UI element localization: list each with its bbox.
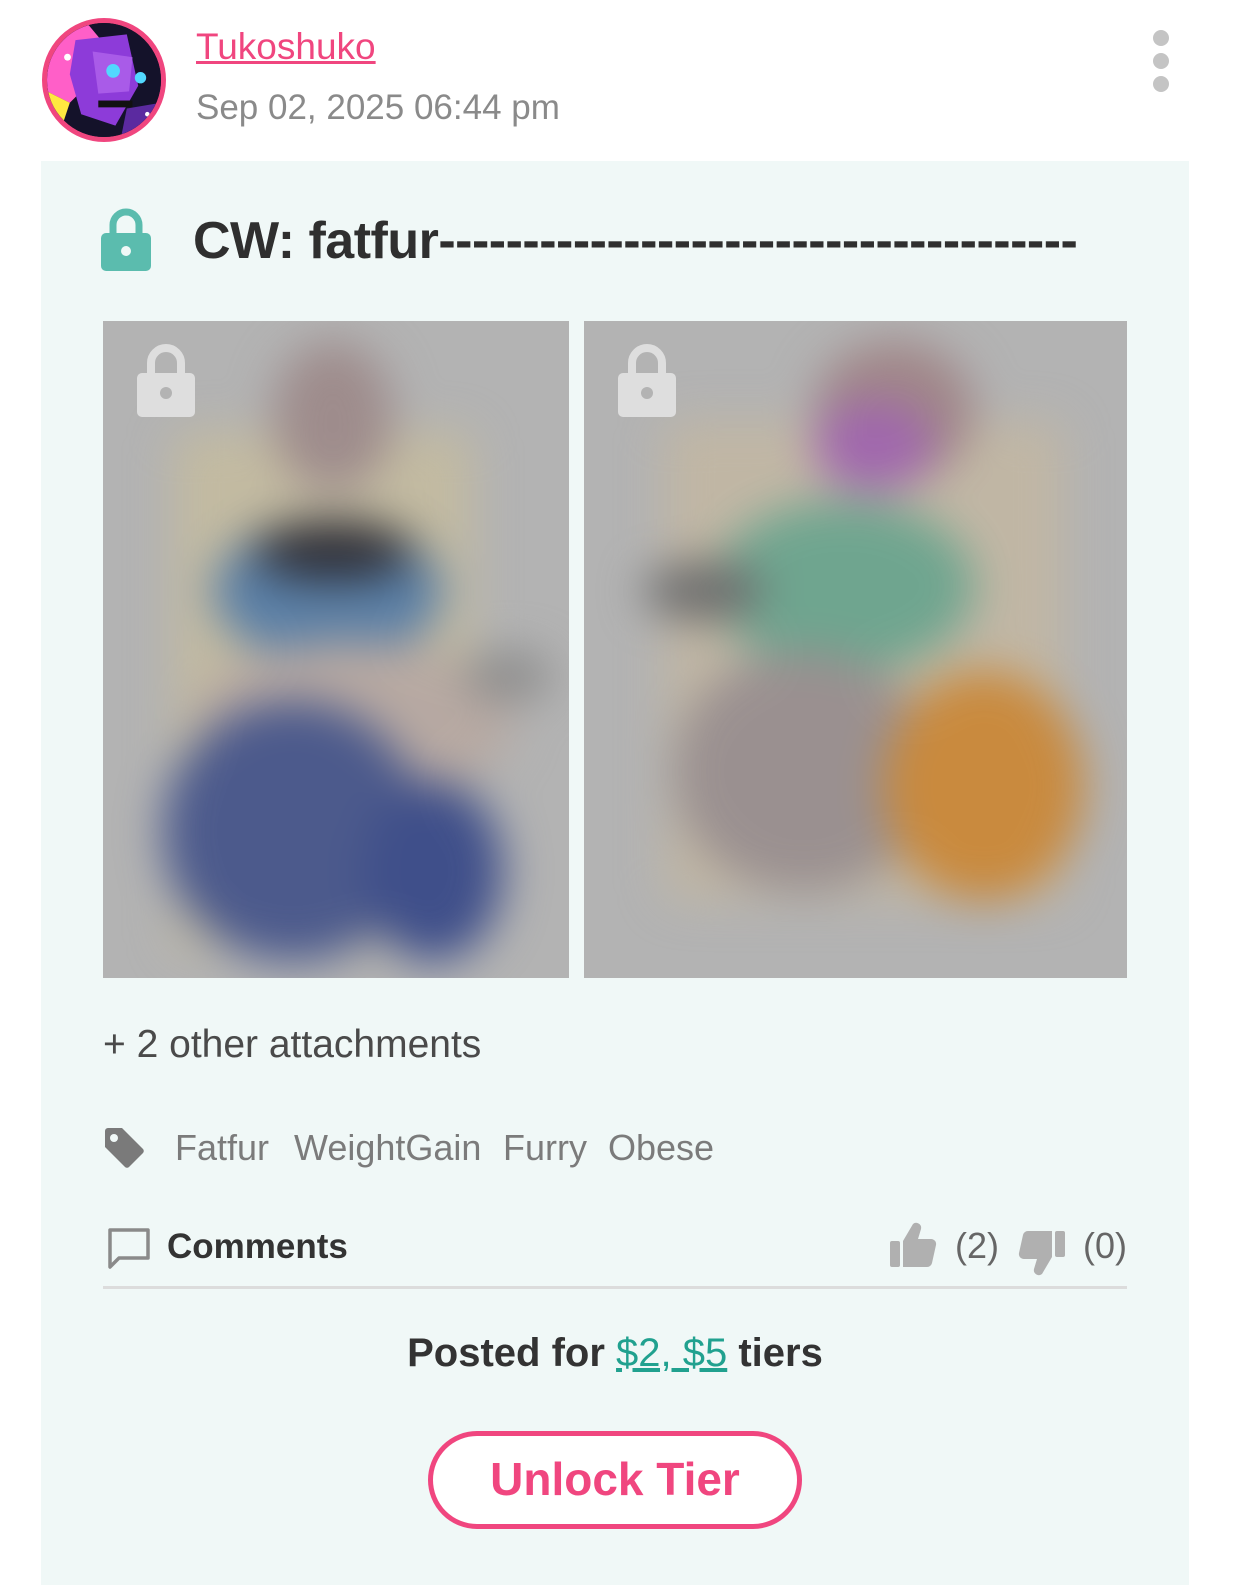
tag-fatfur[interactable]: Fatfur (175, 1127, 269, 1169)
lock-icon (618, 344, 676, 417)
like-count: (2) (955, 1225, 999, 1266)
lock-icon (137, 344, 195, 417)
thumbs-down-icon[interactable] (1018, 1229, 1066, 1277)
comments-label[interactable]: Comments (167, 1227, 348, 1267)
attachment-thumbnail-1[interactable] (103, 321, 569, 978)
tiers-suffix: tiers (727, 1331, 823, 1375)
unlock-tier-button[interactable]: Unlock Tier (428, 1431, 802, 1529)
post-title[interactable]: CW: fatfur------------------------------… (193, 211, 1123, 271)
tag-icon (105, 1128, 144, 1168)
author-name-link[interactable]: Tukoshuko (196, 26, 376, 68)
post-date: Sep 02, 2025 06:44 pm (196, 88, 560, 127)
tag-weightgain[interactable]: WeightGain (294, 1127, 481, 1169)
tiers-link[interactable]: $2, $5 (616, 1331, 727, 1375)
comments-row: Comments (2) (0) (103, 1203, 1127, 1289)
post-card: CW: fatfur------------------------------… (41, 161, 1189, 1585)
other-attachments-note[interactable]: + 2 other attachments (103, 1023, 481, 1067)
tag-furry[interactable]: Furry (503, 1127, 587, 1169)
blurred-image (103, 321, 569, 978)
avatar-image (47, 23, 161, 137)
tiers-prefix: Posted for (407, 1331, 617, 1375)
author-avatar[interactable] (42, 18, 166, 142)
comment-icon (108, 1228, 150, 1269)
blurred-image (584, 321, 1127, 978)
lock-icon (101, 208, 151, 271)
posted-for-tiers: Posted for $2, $5 tiers (41, 1331, 1189, 1376)
tag-obese[interactable]: Obese (608, 1127, 714, 1169)
thumbs-up-icon[interactable] (889, 1221, 937, 1269)
more-options-icon[interactable] (1146, 30, 1176, 94)
dislike-count: (0) (1083, 1225, 1127, 1266)
post-header: Tukoshuko Sep 02, 2025 06:44 pm (0, 0, 1242, 160)
attachment-thumbnail-2[interactable] (584, 321, 1127, 978)
